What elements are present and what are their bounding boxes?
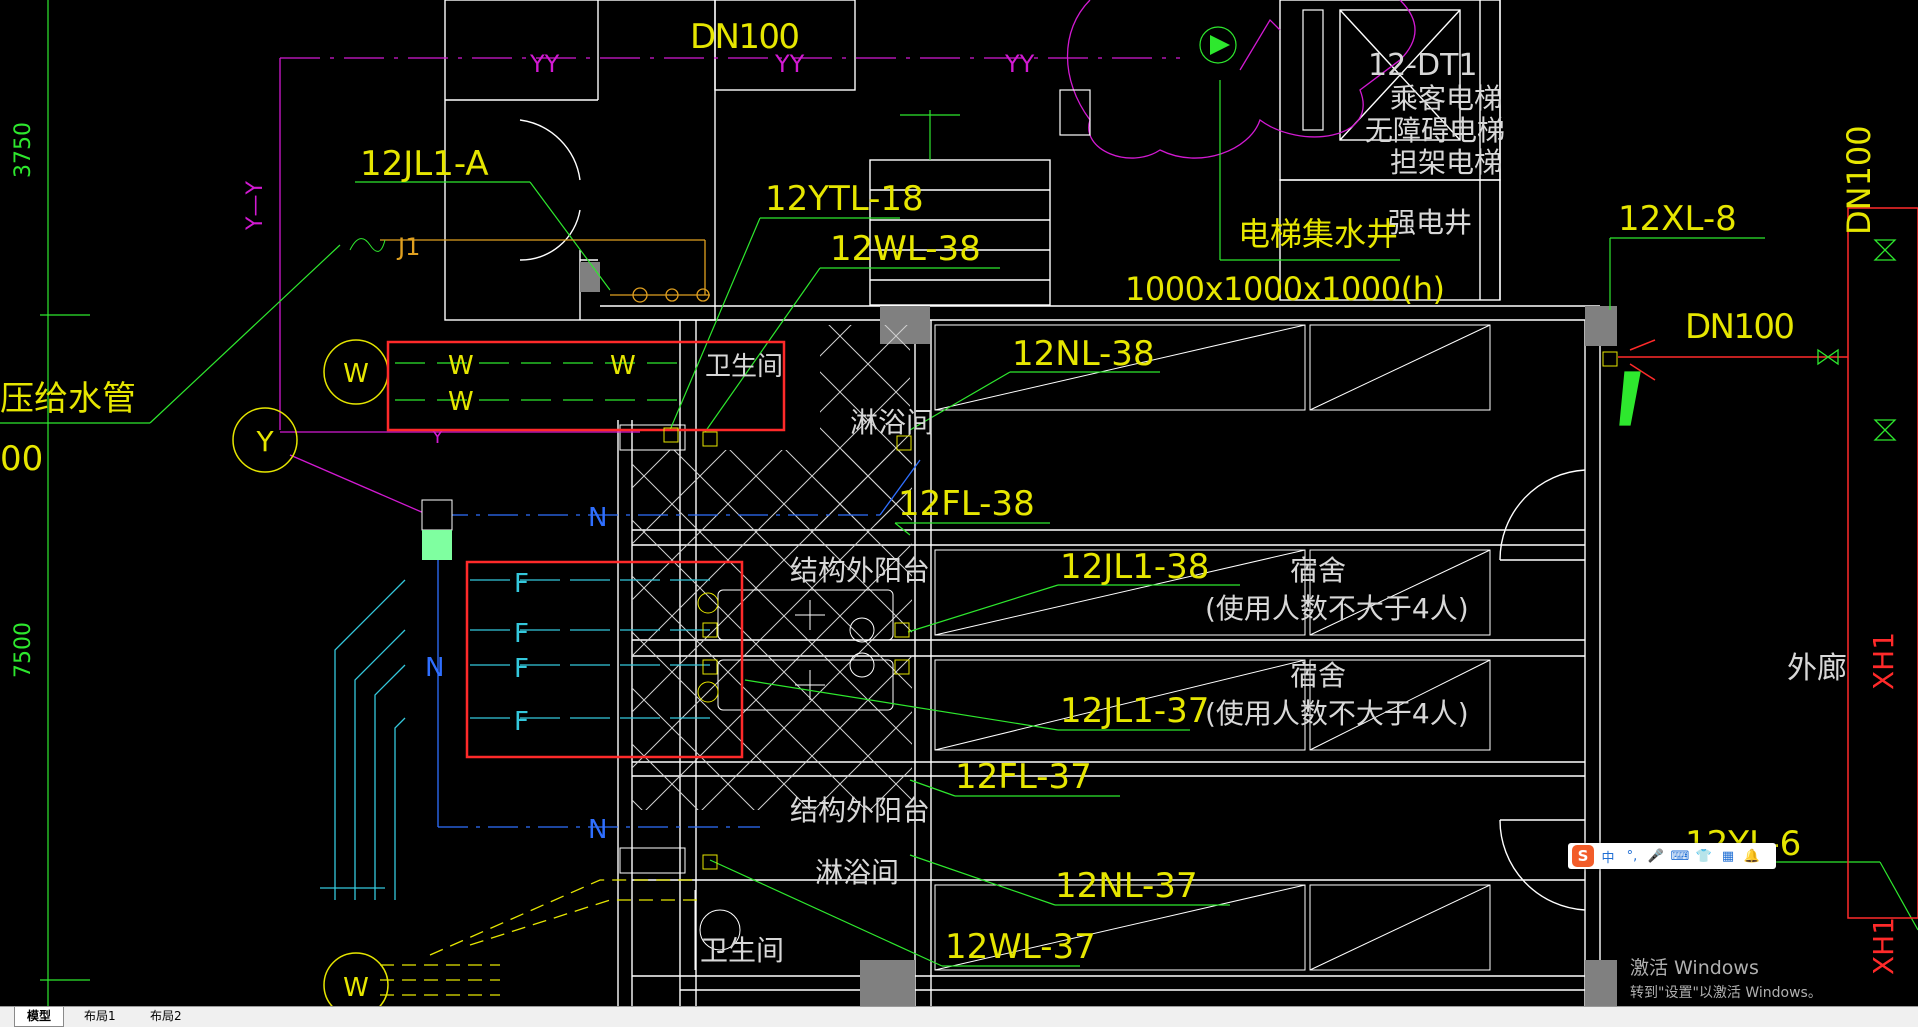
pump-symbols: [1059, 9, 1324, 136]
keyboard-icon[interactable]: ⌨: [1670, 849, 1690, 864]
n-label-top: N: [588, 503, 607, 533]
label-12nl-38: 12NL-38: [1012, 334, 1155, 374]
w-pipe-label-3: W: [448, 387, 474, 417]
f-label-4: F: [514, 707, 529, 737]
label-xh1-top: XH1: [1867, 632, 1900, 690]
label-left-pipe: 压给水管: [0, 379, 136, 419]
riser-marker-box: [421, 499, 453, 531]
dorm-furniture: [934, 324, 1491, 971]
label-sump-size: 1000x1000x1000(h): [1125, 270, 1445, 308]
label-12jl1-37: 12JL1-37: [1060, 691, 1209, 731]
w-pipes-top: [395, 362, 680, 401]
label-12wl-37: 12WL-37: [945, 927, 1096, 967]
label-12wl-38: 12WL-38: [830, 229, 981, 269]
n-label-mid: N: [425, 653, 444, 683]
label-shower-top: 淋浴间: [850, 406, 934, 439]
ime-mode-button[interactable]: 中: [1598, 847, 1618, 866]
ime-punctuation-button[interactable]: °,: [1622, 849, 1642, 864]
dim-7500: 7500: [11, 622, 36, 678]
label-corridor: 外廊: [1787, 651, 1847, 686]
label-12fl-38: 12FL-38: [898, 484, 1035, 524]
label-balcony-top: 结构外阳台: [790, 554, 930, 587]
riser-marker-fill: [422, 530, 452, 560]
tag-w-top: W: [343, 359, 369, 389]
n-label-bottom: N: [588, 815, 607, 845]
w-pipes-bottom: [380, 879, 700, 996]
sogou-logo-icon[interactable]: S: [1572, 845, 1594, 867]
j1-break-symbol: [349, 238, 386, 252]
tab-model[interactable]: 模型: [14, 1007, 65, 1027]
label-elevator-3: 担架电梯: [1390, 146, 1502, 179]
label-elevator-sump: 电梯集水井: [1238, 215, 1398, 253]
label-12nl-37: 12NL-37: [1055, 866, 1198, 906]
notification-icon[interactable]: 🔔: [1742, 849, 1762, 864]
label-12ytl-18: 12YTL-18: [765, 179, 924, 219]
label-dorm2-title: 宿舍: [1290, 659, 1346, 692]
label-elevator-2: 无障碍电梯: [1365, 114, 1505, 147]
label-12jl1-a: 12JL1-A: [360, 144, 489, 184]
label-elevator-1: 乘客电梯: [1390, 82, 1502, 115]
label-balcony-bottom: 结构外阳台: [790, 794, 930, 827]
label-dn100-vertical: DN100: [1840, 125, 1878, 235]
label-strong-well: 强电井: [1388, 206, 1472, 239]
skin-icon[interactable]: 👕: [1694, 849, 1714, 864]
label-dorm2-sub: (使用人数不大于4人): [1205, 697, 1469, 730]
tag-y: Y: [255, 425, 274, 458]
label-shower-bottom: 淋浴间: [815, 856, 899, 889]
label-12jl1-38: 12JL1-38: [1060, 547, 1209, 587]
j1-label: J1: [396, 233, 420, 261]
w-pipe-label-1: W: [448, 351, 474, 381]
f-label-2: F: [514, 619, 529, 649]
tab-layout2[interactable]: 布局2: [138, 1007, 194, 1026]
label-dn100-top: DN100: [690, 17, 800, 57]
layout-tab-bar: 模型 布局1 布局2: [0, 1006, 1918, 1027]
yy-label-3: YY: [1004, 50, 1035, 78]
label-dorm1-title: 宿舍: [1290, 554, 1346, 587]
activation-subtitle: 转到"设置"以激活 Windows。: [1630, 985, 1822, 1001]
label-dn100-right: DN100: [1685, 307, 1795, 347]
yy-label-1: YY: [529, 50, 560, 78]
tag-w-bottom: W: [343, 973, 369, 1003]
f-label-3: F: [514, 654, 529, 684]
dimension-lines: [40, 0, 90, 1006]
yy-vertical: Y—Y: [243, 181, 268, 231]
apps-grid-icon[interactable]: ▦: [1718, 849, 1738, 864]
label-left-00: 00: [0, 439, 43, 479]
label-dt1: 12-DT1: [1368, 48, 1478, 83]
f-label-1: F: [514, 569, 529, 599]
label-12fl-37: 12FL-37: [955, 757, 1092, 797]
label-dorm1-sub: (使用人数不大于4人): [1205, 592, 1469, 625]
ime-toolbar[interactable]: S 中 °, 🎤 ⌨ 👕 ▦ 🔔: [1568, 843, 1776, 869]
tab-layout1[interactable]: 布局1: [72, 1007, 128, 1026]
activation-title: 激活 Windows: [1630, 957, 1759, 979]
label-12xl-8: 12XL-8: [1618, 199, 1737, 239]
j1-pipe: [380, 239, 710, 303]
windows-activation-watermark: 激活 Windows 转到"设置"以激活 Windows。: [1630, 953, 1822, 1002]
w-pipe-label-2: W: [610, 351, 636, 381]
dim-3750: 3750: [11, 122, 36, 178]
label-toilet-top: 卫生间: [705, 352, 783, 382]
label-toilet-bottom: 卫生间: [700, 934, 784, 967]
f-pipe-labels: F F F F: [514, 569, 529, 737]
label-xh1-bottom: XH1: [1867, 917, 1900, 975]
mic-icon[interactable]: 🎤: [1646, 849, 1666, 864]
